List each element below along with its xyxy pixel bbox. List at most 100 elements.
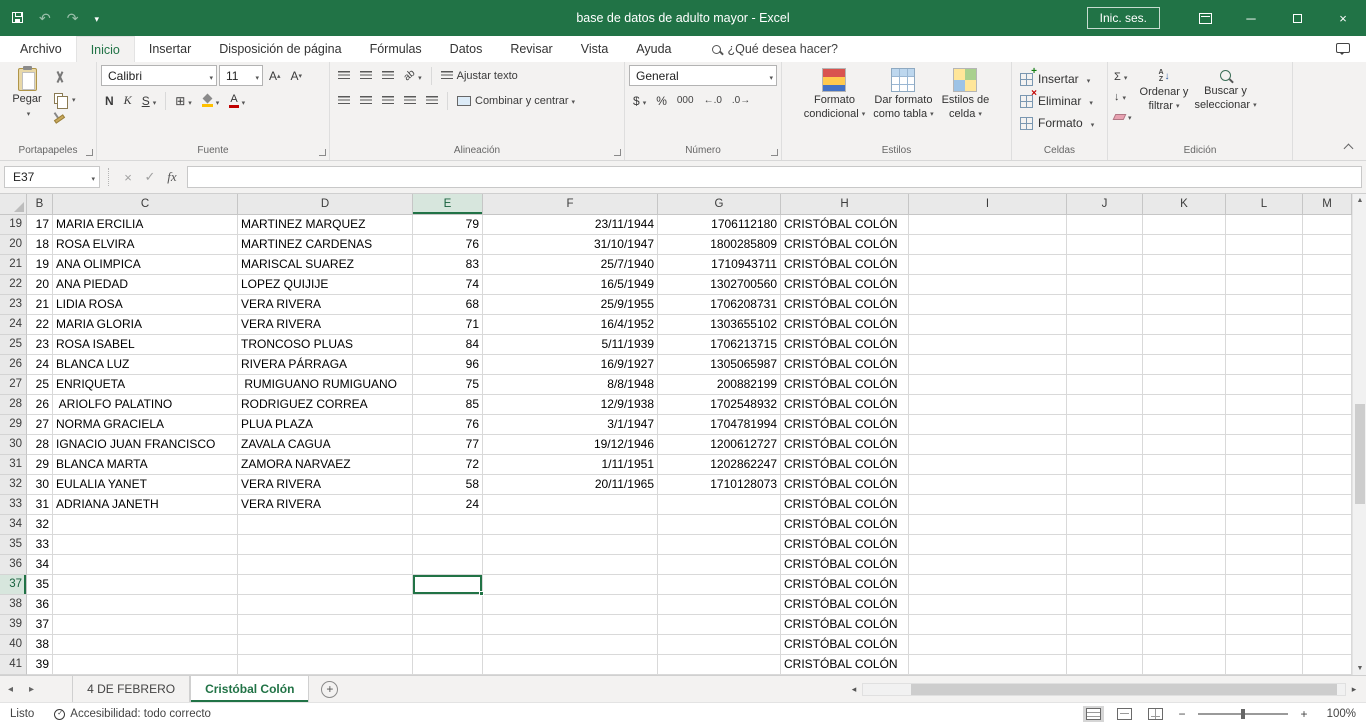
align-center-button[interactable] <box>356 90 376 111</box>
number-dialog-launcher[interactable] <box>771 149 778 156</box>
conditional-formatting-button[interactable]: Formato condicional <box>801 65 869 144</box>
cell-k24[interactable] <box>1143 315 1226 335</box>
cell-d36[interactable] <box>238 555 413 575</box>
cell-j38[interactable] <box>1067 595 1143 615</box>
scroll-down-button[interactable]: ▼ <box>1353 665 1366 672</box>
sign-in-button[interactable]: Inic. ses. <box>1087 7 1160 29</box>
copy-dropdown[interactable] <box>69 89 76 107</box>
cell-m24[interactable] <box>1303 315 1352 335</box>
cell-c24[interactable]: MARIA GLORIA <box>53 315 238 335</box>
insert-function-button[interactable]: fx <box>161 169 183 185</box>
ribbon-display-options-button[interactable] <box>1182 0 1228 36</box>
cell-l37[interactable] <box>1226 575 1303 595</box>
row-header-31[interactable]: 31 <box>0 455 27 475</box>
cell-c19[interactable]: MARIA ERCILIA <box>53 215 238 235</box>
cell-k19[interactable] <box>1143 215 1226 235</box>
cell-i21[interactable] <box>909 255 1067 275</box>
cell-c21[interactable]: ANA OLIMPICA <box>53 255 238 275</box>
tab-ayuda[interactable]: Ayuda <box>622 36 685 62</box>
cell-e38[interactable] <box>413 595 483 615</box>
cell-j24[interactable] <box>1067 315 1143 335</box>
cell-j23[interactable] <box>1067 295 1143 315</box>
find-select-dropdown[interactable] <box>1250 98 1257 112</box>
cell-j40[interactable] <box>1067 635 1143 655</box>
name-box-dropdown[interactable] <box>88 170 95 184</box>
comments-button[interactable] <box>1336 40 1350 58</box>
increase-font-size-button[interactable]: A <box>265 65 285 86</box>
align-top-button[interactable] <box>334 65 354 86</box>
cell-m26[interactable] <box>1303 355 1352 375</box>
decrease-indent-button[interactable] <box>400 90 420 111</box>
font-color-button[interactable]: A <box>225 90 249 111</box>
undo-button[interactable]: ↶ <box>39 11 51 25</box>
cell-d32[interactable]: VERA RIVERA <box>238 475 413 495</box>
cell-k27[interactable] <box>1143 375 1226 395</box>
row-header-35[interactable]: 35 <box>0 535 27 555</box>
cell-g33[interactable] <box>658 495 781 515</box>
cell-g19[interactable]: 1706112180 <box>658 215 781 235</box>
scroll-right-button[interactable]: ▸ <box>1346 684 1362 695</box>
row-header-25[interactable]: 25 <box>0 335 27 355</box>
cell-g29[interactable]: 1704781994 <box>658 415 781 435</box>
close-button[interactable]: × <box>1320 0 1366 36</box>
delete-cells-dropdown[interactable] <box>1086 94 1093 108</box>
cell-i28[interactable] <box>909 395 1067 415</box>
cell-c30[interactable]: IGNACIO JUAN FRANCISCO <box>53 435 238 455</box>
font-name-select[interactable]: Calibri <box>101 65 217 86</box>
cell-i32[interactable] <box>909 475 1067 495</box>
row-header-27[interactable]: 27 <box>0 375 27 395</box>
qat-customize-button[interactable] <box>94 10 99 26</box>
maximize-button[interactable] <box>1274 0 1320 36</box>
cell-f31[interactable]: 1/11/1951 <box>483 455 658 475</box>
column-header-f[interactable]: F <box>483 194 658 215</box>
cell-f40[interactable] <box>483 635 658 655</box>
cell-styles-button[interactable]: Estilos de celda <box>939 65 993 144</box>
cell-i27[interactable] <box>909 375 1067 395</box>
cell-h24[interactable]: CRISTÓBAL COLÓN <box>781 315 909 335</box>
cell-h38[interactable]: CRISTÓBAL COLÓN <box>781 595 909 615</box>
cell-e27[interactable]: 75 <box>413 375 483 395</box>
cell-l24[interactable] <box>1226 315 1303 335</box>
cell-d26[interactable]: RIVERA PÁRRAGA <box>238 355 413 375</box>
italic-button[interactable]: K <box>120 90 136 111</box>
cell-l38[interactable] <box>1226 595 1303 615</box>
cell-j26[interactable] <box>1067 355 1143 375</box>
horizontal-scroll-thumb[interactable] <box>911 684 1337 695</box>
underline-dropdown[interactable] <box>150 94 157 108</box>
cell-g26[interactable]: 1305065987 <box>658 355 781 375</box>
align-right-button[interactable] <box>378 90 398 111</box>
cell-e30[interactable]: 77 <box>413 435 483 455</box>
cell-j34[interactable] <box>1067 515 1143 535</box>
clear-button[interactable] <box>1112 107 1134 126</box>
cell-g23[interactable]: 1706208731 <box>658 295 781 315</box>
cell-c32[interactable]: EULALIA YANET <box>53 475 238 495</box>
cell-c26[interactable]: BLANCA LUZ <box>53 355 238 375</box>
number-format-dropdown[interactable] <box>766 69 773 83</box>
cell-g34[interactable] <box>658 515 781 535</box>
cell-m21[interactable] <box>1303 255 1352 275</box>
cell-g41[interactable] <box>658 655 781 675</box>
cell-j22[interactable] <box>1067 275 1143 295</box>
cell-f28[interactable]: 12/9/1938 <box>483 395 658 415</box>
cell-l41[interactable] <box>1226 655 1303 675</box>
cell-g28[interactable]: 1702548932 <box>658 395 781 415</box>
cell-e39[interactable] <box>413 615 483 635</box>
cell-d38[interactable] <box>238 595 413 615</box>
cell-i41[interactable] <box>909 655 1067 675</box>
column-header-c[interactable]: C <box>53 194 238 215</box>
tab-insertar[interactable]: Insertar <box>135 36 205 62</box>
cell-l33[interactable] <box>1226 495 1303 515</box>
alignment-dialog-launcher[interactable] <box>614 149 621 156</box>
cell-j37[interactable] <box>1067 575 1143 595</box>
cell-d39[interactable] <box>238 615 413 635</box>
cell-d27[interactable]: RUMIGUANO RUMIGUANO <box>238 375 413 395</box>
cell-b37[interactable]: 35 <box>27 575 53 595</box>
cell-m23[interactable] <box>1303 295 1352 315</box>
cell-i37[interactable] <box>909 575 1067 595</box>
cell-e25[interactable]: 84 <box>413 335 483 355</box>
tab-revisar[interactable]: Revisar <box>496 36 566 62</box>
cell-e40[interactable] <box>413 635 483 655</box>
cell-c25[interactable]: ROSA ISABEL <box>53 335 238 355</box>
cell-b35[interactable]: 33 <box>27 535 53 555</box>
horizontal-scrollbar[interactable]: ◂ ▸ <box>846 676 1366 702</box>
